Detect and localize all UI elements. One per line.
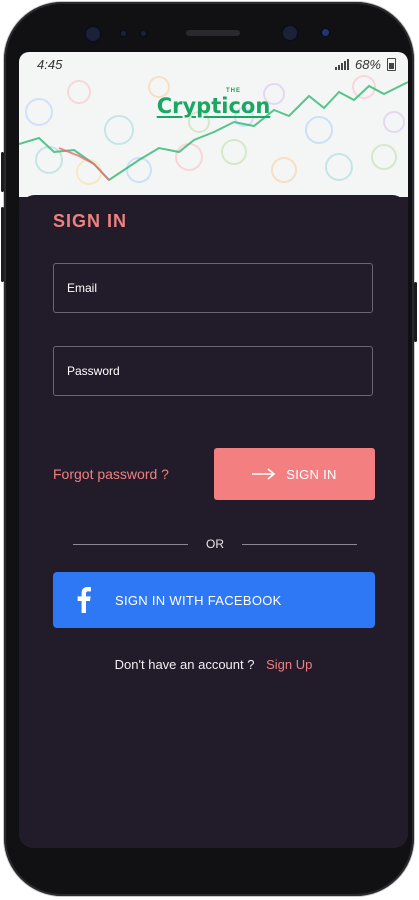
- sensor-dot-icon: [119, 29, 128, 38]
- header-banner: 4:45 68% THE Crypticon: [19, 52, 408, 197]
- volume-button: [1, 152, 4, 192]
- facebook-f-icon: [53, 587, 115, 613]
- brand-logo: THE Crypticon: [19, 88, 408, 118]
- battery-percent: 68%: [354, 56, 381, 72]
- signin-card: SIGN IN Forgot password ? SIGN IN OR: [19, 195, 408, 848]
- signup-prompt: Don't have an account ? Sign Up: [19, 657, 408, 672]
- front-camera-icon: [281, 24, 299, 42]
- signal-icon: [334, 58, 349, 70]
- password-field[interactable]: [53, 346, 373, 396]
- iris-scanner-icon: [84, 25, 102, 43]
- phone-frame: 4:45 68% THE Crypticon SIGN IN Forgot pa: [1, 2, 417, 896]
- page-title: SIGN IN: [53, 211, 128, 231]
- power-button: [414, 282, 417, 342]
- password-input[interactable]: [65, 363, 361, 379]
- sign-in-button-label: SIGN IN: [286, 466, 337, 482]
- battery-icon: [387, 57, 396, 71]
- arrow-right-icon: [252, 468, 276, 480]
- email-field[interactable]: [53, 263, 373, 313]
- or-label: OR: [206, 537, 224, 551]
- no-account-text: Don't have an account ?: [114, 657, 255, 672]
- divider-line: [73, 543, 188, 545]
- or-divider: OR: [73, 537, 357, 551]
- bixby-button: [1, 207, 4, 282]
- top-bezel: [4, 2, 414, 52]
- iris-camera-icon: [320, 27, 331, 38]
- email-input[interactable]: [65, 280, 361, 296]
- facebook-signin-button[interactable]: SIGN IN WITH FACEBOOK: [53, 572, 375, 628]
- divider-line: [242, 543, 357, 545]
- earpiece-speaker: [186, 30, 240, 36]
- sensor-dot-icon: [139, 29, 148, 38]
- status-time: 4:45: [37, 56, 63, 72]
- facebook-signin-label: SIGN IN WITH FACEBOOK: [115, 592, 282, 608]
- screen: 4:45 68% THE Crypticon SIGN IN Forgot pa: [19, 52, 408, 848]
- status-bar: 4:45 68%: [19, 52, 408, 76]
- forgot-password-link[interactable]: Forgot password ?: [53, 466, 169, 482]
- sign-in-button[interactable]: SIGN IN: [214, 448, 375, 500]
- brand-name: Crypticon: [156, 94, 271, 118]
- sign-up-link[interactable]: Sign Up: [266, 657, 312, 672]
